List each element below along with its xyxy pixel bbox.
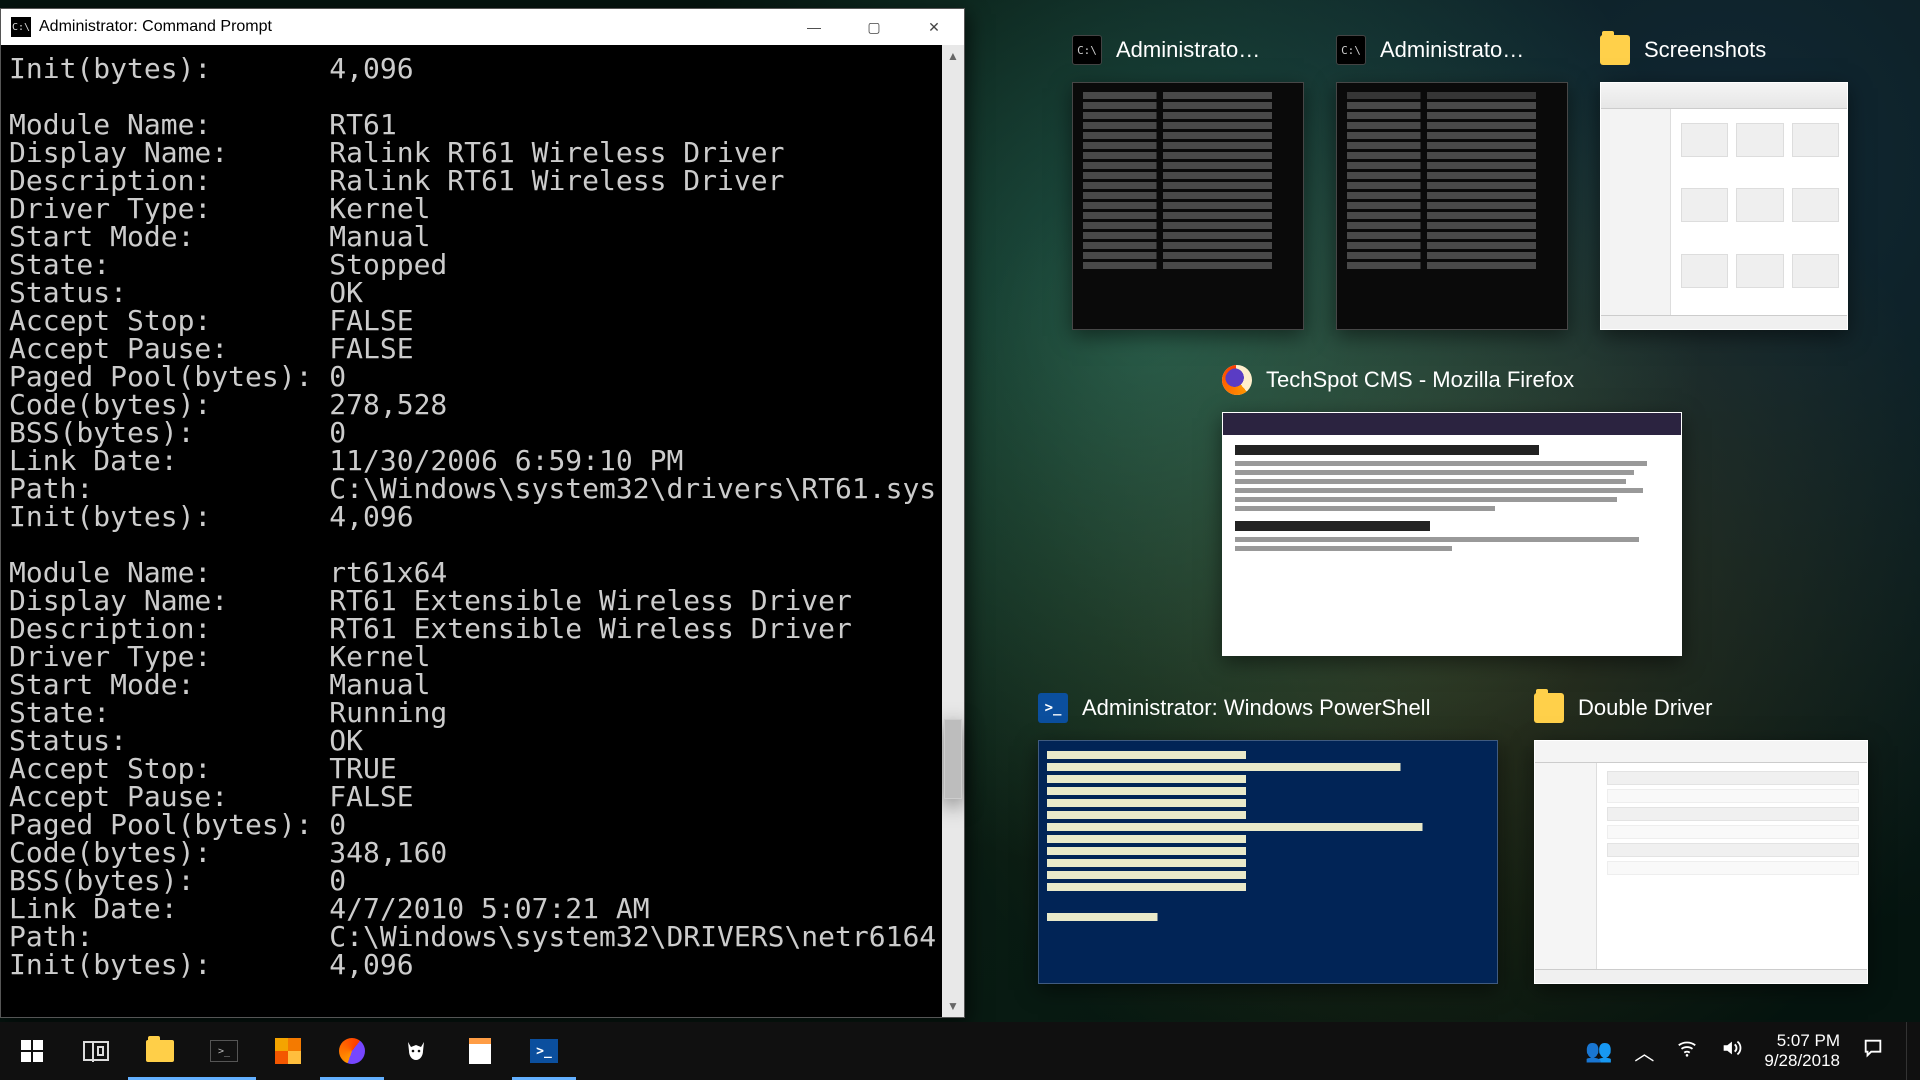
- scrollbar[interactable]: ▲ ▼: [942, 45, 964, 1017]
- taskview-title: Screenshots: [1644, 37, 1766, 63]
- people-icon[interactable]: 👥: [1585, 1038, 1612, 1064]
- scroll-track[interactable]: [942, 67, 964, 995]
- show-desktop-button[interactable]: [1906, 1022, 1912, 1080]
- taskview-title: Double Driver: [1578, 695, 1713, 721]
- taskview-thumbnail[interactable]: [1336, 82, 1568, 330]
- maximize-button[interactable]: ▢: [844, 9, 904, 45]
- taskbar-app-notepad[interactable]: [448, 1022, 512, 1080]
- notepad-icon: [469, 1038, 491, 1064]
- start-button[interactable]: [0, 1022, 64, 1080]
- taskbar[interactable]: >_ >_ 👥 ︿ 5:07 PM 9/28/2018: [0, 1022, 1920, 1080]
- scroll-down-arrow-icon[interactable]: ▼: [942, 995, 964, 1017]
- clock-time: 5:07 PM: [1764, 1031, 1840, 1051]
- vmware-icon: [275, 1038, 301, 1064]
- taskview-thumbnail[interactable]: [1072, 82, 1304, 330]
- taskbar-app-cmd[interactable]: >_: [192, 1022, 256, 1080]
- minimize-button[interactable]: —: [784, 9, 844, 45]
- task-view-icon: [83, 1041, 109, 1061]
- cmd-icon: C:\: [11, 17, 31, 37]
- folder-icon: [1534, 693, 1564, 723]
- taskbar-app-vmware[interactable]: [256, 1022, 320, 1080]
- taskbar-app-powershell[interactable]: >_: [512, 1022, 576, 1080]
- wifi-icon[interactable]: [1676, 1037, 1698, 1065]
- folder-icon: [1600, 35, 1630, 65]
- titlebar[interactable]: C:\ Administrator: Command Prompt — ▢ ✕: [1, 9, 964, 45]
- taskview-item-cmd1[interactable]: C:\ Administrato…: [1072, 30, 1304, 330]
- action-center-icon[interactable]: [1862, 1037, 1884, 1065]
- powershell-icon: >_: [1038, 693, 1068, 723]
- taskview-title: Administrato…: [1116, 37, 1260, 63]
- powershell-icon: >_: [530, 1039, 558, 1063]
- window-title: Administrator: Command Prompt: [39, 18, 784, 36]
- terminal-content[interactable]: Init(bytes): 4,096 Module Name: RT61 Dis…: [1, 45, 942, 1017]
- taskview-item-double-driver[interactable]: Double Driver: [1534, 688, 1868, 984]
- taskbar-app-firefox[interactable]: [320, 1022, 384, 1080]
- taskview-title: Administrator: Windows PowerShell: [1082, 695, 1430, 721]
- file-explorer-icon: [146, 1040, 174, 1062]
- cmd-icon: C:\: [1072, 35, 1102, 65]
- command-prompt-window[interactable]: C:\ Administrator: Command Prompt — ▢ ✕ …: [0, 8, 965, 1018]
- taskbar-app-foxit[interactable]: [384, 1022, 448, 1080]
- taskview-title: TechSpot CMS - Mozilla Firefox: [1266, 367, 1574, 393]
- cmd-icon: >_: [210, 1040, 238, 1062]
- taskview-item-firefox[interactable]: TechSpot CMS - Mozilla Firefox: [1222, 360, 1682, 656]
- taskview-thumbnail[interactable]: [1038, 740, 1498, 984]
- task-view-button[interactable]: [64, 1022, 128, 1080]
- windows-icon: [21, 1040, 43, 1062]
- scroll-up-arrow-icon[interactable]: ▲: [942, 45, 964, 67]
- taskview-thumbnail[interactable]: [1222, 412, 1682, 656]
- close-button[interactable]: ✕: [904, 9, 964, 45]
- tray-chevron-icon[interactable]: ︿: [1634, 1037, 1654, 1066]
- firefox-icon: [339, 1038, 365, 1064]
- clock-date: 9/28/2018: [1764, 1051, 1840, 1071]
- taskview-item-cmd2[interactable]: C:\ Administrato…: [1336, 30, 1568, 330]
- taskview-title: Administrato…: [1380, 37, 1524, 63]
- cmd-icon: C:\: [1336, 35, 1366, 65]
- volume-icon[interactable]: [1720, 1037, 1742, 1065]
- taskbar-app-file-explorer[interactable]: [128, 1022, 192, 1080]
- taskview-thumbnail[interactable]: [1534, 740, 1868, 984]
- fox-head-icon: [404, 1039, 428, 1063]
- taskview-item-screenshots[interactable]: Screenshots: [1600, 30, 1848, 330]
- taskbar-clock[interactable]: 5:07 PM 9/28/2018: [1764, 1031, 1840, 1070]
- scroll-thumb[interactable]: [944, 719, 962, 799]
- taskview-thumbnail[interactable]: [1600, 82, 1848, 330]
- firefox-icon: [1222, 365, 1252, 395]
- taskview-item-powershell[interactable]: >_ Administrator: Windows PowerShell: [1038, 688, 1498, 984]
